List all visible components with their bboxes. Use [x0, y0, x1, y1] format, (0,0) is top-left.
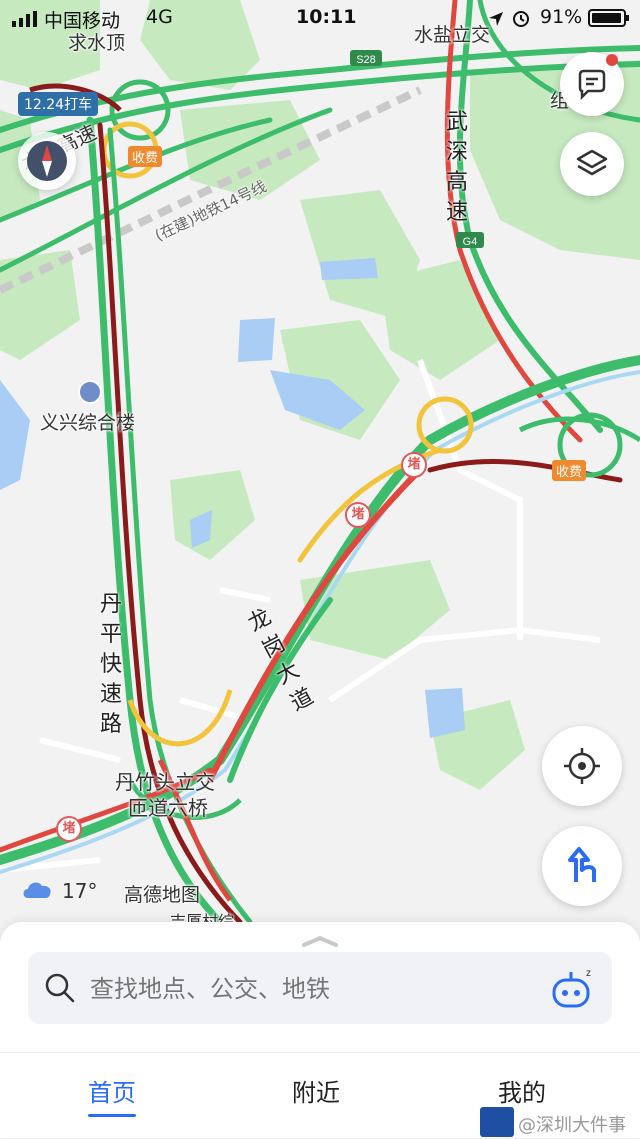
tab-bar: 首页 附近 我的 @深圳大件事 [0, 1052, 640, 1139]
building-icon [78, 380, 102, 404]
route-shield-s28: S28 [350, 50, 382, 66]
clock: 10:11 [296, 6, 357, 28]
taxi-promo-badge[interactable]: 12.24打车 [18, 92, 99, 116]
map-brand-label: 高德地图 [124, 884, 201, 906]
cloud-icon [20, 876, 54, 906]
search-input[interactable] [88, 966, 532, 1012]
tab-mine[interactable]: 我的 [498, 1073, 546, 1108]
layers-button[interactable] [560, 132, 624, 196]
svg-text:S28: S28 [356, 54, 376, 66]
tab-home-label: 首页 [88, 1079, 136, 1107]
active-tab-indicator [88, 1114, 136, 1117]
temperature-label: 17° [62, 879, 98, 903]
carrier-label: 中国移动 [44, 10, 121, 32]
road-label: 丹平快速路 [100, 592, 123, 737]
water-area [238, 318, 275, 362]
search-icon [44, 972, 76, 1008]
water-area [425, 688, 465, 738]
place-label[interactable]: 丹竹头立交 [115, 766, 215, 795]
poi-label[interactable]: 义兴综合楼 [40, 408, 135, 435]
watermark-text: @深圳大件事 [518, 1115, 626, 1136]
place-label[interactable]: 匝道六桥 [128, 792, 208, 821]
search-bar[interactable]: z [28, 952, 612, 1024]
locate-me-button[interactable] [542, 726, 622, 806]
sheet-drag-handle[interactable] [300, 932, 340, 951]
crosshair-icon [564, 748, 600, 784]
location-arrow-icon [488, 10, 504, 32]
toll-marker[interactable]: 收费 [552, 460, 587, 481]
bottom-sheet[interactable]: z 首页 附近 我的 @深圳大件事 [0, 922, 640, 1138]
route-arrow-icon [568, 847, 596, 882]
notification-dot [606, 54, 618, 66]
alarm-icon [512, 9, 530, 32]
voice-assistant-icon[interactable]: z [550, 966, 596, 1016]
toll-marker[interactable]: 收费 [128, 146, 163, 167]
traffic-jam-marker[interactable]: 堵 [401, 452, 427, 478]
signal-icon [12, 10, 40, 32]
road-label: 武深高速 [446, 110, 469, 225]
layers-icon [576, 149, 608, 176]
weather-widget[interactable]: 17° [20, 876, 97, 906]
battery-icon [588, 9, 630, 32]
traffic-jam-marker[interactable]: 堵 [56, 816, 82, 842]
tab-nearby-label: 附近 [292, 1079, 340, 1107]
tab-home[interactable]: 首页 [88, 1073, 136, 1117]
message-icon [578, 69, 606, 101]
svg-text:z: z [586, 968, 591, 979]
route-shield-g4: G4 [456, 232, 484, 248]
compass-button[interactable] [18, 132, 76, 190]
tab-nearby[interactable]: 附近 [292, 1073, 340, 1108]
svg-text:G4: G4 [463, 236, 478, 248]
traffic-jam-marker[interactable]: 堵 [345, 502, 371, 528]
compass-icon [27, 141, 67, 181]
status-bar: 中国移动 4G 10:11 91% [0, 0, 640, 36]
route-button[interactable] [542, 826, 622, 906]
battery-percent: 91% [540, 6, 583, 28]
tab-mine-label: 我的 [498, 1079, 546, 1107]
watermark-logo [480, 1107, 514, 1137]
network-label: 4G [146, 6, 173, 28]
